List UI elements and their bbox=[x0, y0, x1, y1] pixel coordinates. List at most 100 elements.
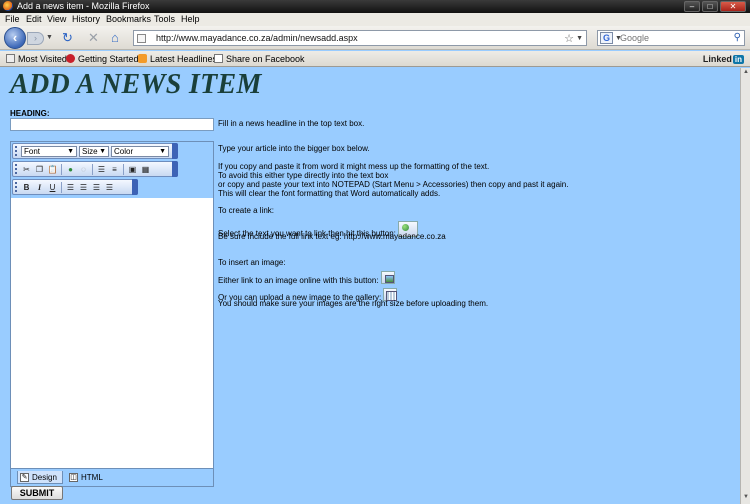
align-left-icon[interactable]: ☰ bbox=[65, 182, 76, 193]
menu-bookmarks[interactable]: Bookmarks bbox=[106, 14, 151, 24]
copy-icon[interactable]: ❐ bbox=[34, 164, 45, 175]
toolbar-separator bbox=[123, 164, 124, 175]
help-paste-line-2: To avoid this either type directly into … bbox=[218, 171, 389, 180]
bold-icon[interactable]: B bbox=[21, 182, 32, 193]
menu-view[interactable]: View bbox=[47, 14, 66, 24]
stop-icon[interactable]: ✕ bbox=[88, 31, 99, 44]
home-icon[interactable]: ⌂ bbox=[111, 31, 119, 44]
page-icon bbox=[214, 54, 223, 63]
search-input[interactable] bbox=[620, 32, 728, 44]
size-select-value: Size bbox=[82, 147, 98, 156]
bookmark-share-facebook[interactable]: Share on Facebook bbox=[214, 54, 305, 64]
bookmark-getting-started[interactable]: Getting Started bbox=[66, 54, 139, 64]
menu-history[interactable]: History bbox=[72, 14, 100, 24]
color-select[interactable]: Color ▼ bbox=[111, 146, 169, 157]
insert-link-icon[interactable]: ● bbox=[65, 164, 76, 175]
toolbar-endcap bbox=[172, 143, 178, 159]
toolbar-row-format: Font ▼ Size ▼ Color ▼ bbox=[12, 143, 178, 159]
unlink-icon[interactable]: ◌ bbox=[78, 164, 89, 175]
toolbar-grip[interactable] bbox=[15, 146, 17, 156]
size-select[interactable]: Size ▼ bbox=[79, 146, 109, 157]
folder-icon bbox=[6, 54, 15, 63]
editor-mode-tabs: ✎ Design ◫ HTML bbox=[11, 468, 213, 486]
bookmark-latest-headlines[interactable]: Latest Headlines bbox=[138, 54, 217, 64]
firefox-bookmark-icon bbox=[66, 54, 75, 63]
menu-help[interactable]: Help bbox=[181, 14, 200, 24]
reload-icon[interactable]: ↻ bbox=[62, 31, 73, 44]
help-link-line-2: Be sure include the full link text eg: h… bbox=[218, 232, 446, 241]
bullet-list-icon[interactable]: ☰ bbox=[96, 164, 107, 175]
vertical-scrollbar[interactable]: ▲ ▼ bbox=[740, 68, 750, 504]
maximize-button[interactable]: □ bbox=[702, 1, 718, 12]
history-dropdown-icon[interactable]: ▼ bbox=[46, 34, 53, 41]
chevron-down-icon: ▼ bbox=[159, 148, 166, 155]
help-paste-line-1: If you copy and paste it from word it mi… bbox=[218, 162, 490, 171]
justify-icon[interactable]: ☰ bbox=[104, 182, 115, 193]
linkedin-icon: in bbox=[732, 55, 744, 64]
html-icon: ◫ bbox=[69, 473, 78, 482]
minimize-button[interactable]: – bbox=[684, 1, 700, 12]
menu-edit[interactable]: Edit bbox=[26, 14, 42, 24]
linkedin-button[interactable]: Linked in bbox=[703, 54, 744, 64]
menu-file[interactable]: File bbox=[5, 14, 20, 24]
align-right-icon[interactable]: ☰ bbox=[91, 182, 102, 193]
insert-image-icon[interactable]: ▣ bbox=[127, 164, 138, 175]
color-select-value: Color bbox=[114, 147, 134, 156]
toolbar-separator bbox=[92, 164, 93, 175]
firefox-icon bbox=[3, 1, 13, 11]
toolbar-row-style: B I U ☰ ☰ ☰ ☰ bbox=[12, 179, 138, 195]
toolbar-grip[interactable] bbox=[15, 182, 17, 192]
tab-html[interactable]: ◫ HTML bbox=[67, 471, 107, 484]
editor-text-area[interactable] bbox=[11, 198, 213, 468]
window-title: Add a news item - Mozilla Firefox bbox=[17, 1, 150, 11]
help-heading-instruction: Fill in a news headline in the top text … bbox=[218, 119, 365, 128]
submit-button[interactable]: SUBMIT bbox=[11, 486, 63, 500]
window-titlebar: Add a news item - Mozilla Firefox – □ ✕ bbox=[0, 0, 750, 13]
help-article-instruction: Type your article into the bigger box be… bbox=[218, 144, 370, 153]
close-button[interactable]: ✕ bbox=[720, 1, 746, 12]
font-select[interactable]: Font ▼ bbox=[21, 146, 77, 157]
url-text[interactable]: http://www.mayadance.co.za/admin/newsadd… bbox=[156, 33, 358, 43]
forward-button[interactable]: › bbox=[27, 32, 44, 45]
bookmark-label: Share on Facebook bbox=[226, 54, 305, 64]
url-dropdown-icon[interactable]: ▼ bbox=[576, 35, 583, 42]
toolbar-endcap bbox=[172, 161, 178, 177]
chevron-down-icon: ▼ bbox=[67, 148, 74, 155]
search-box[interactable]: G ▼ ⚲ bbox=[597, 30, 745, 46]
page-title: ADD A NEWS ITEM bbox=[10, 69, 262, 100]
numbered-list-icon[interactable]: ≡ bbox=[109, 164, 120, 175]
bookmark-star-icon[interactable]: ☆ bbox=[564, 32, 574, 45]
heading-input[interactable] bbox=[10, 118, 214, 131]
help-image-text: Either link to an image online with this… bbox=[218, 276, 379, 285]
scroll-down-icon[interactable]: ▼ bbox=[742, 494, 750, 503]
toolbar-endcap bbox=[132, 179, 138, 195]
toolbar-grip[interactable] bbox=[15, 164, 17, 174]
help-paste-line-4: This will clear the font formatting that… bbox=[218, 189, 441, 198]
search-icon[interactable]: ⚲ bbox=[734, 32, 741, 43]
help-image-line-3: You should make sure your images are the… bbox=[218, 299, 489, 308]
help-image-line-1: Either link to an image online with this… bbox=[218, 271, 395, 285]
address-bar[interactable]: http://www.mayadance.co.za/admin/newsadd… bbox=[133, 30, 587, 46]
tab-design-label: Design bbox=[32, 473, 57, 482]
paste-icon[interactable]: 📋 bbox=[47, 164, 58, 175]
italic-icon[interactable]: I bbox=[34, 182, 45, 193]
rss-icon bbox=[138, 54, 147, 63]
page-icon bbox=[137, 34, 146, 43]
menu-bar: File Edit View History Bookmarks Tools H… bbox=[0, 13, 750, 26]
google-engine-icon[interactable]: G bbox=[600, 32, 613, 44]
align-center-icon[interactable]: ☰ bbox=[78, 182, 89, 193]
bookmark-most-visited[interactable]: Most Visited bbox=[6, 54, 67, 64]
underline-icon[interactable]: U bbox=[47, 182, 58, 193]
help-paste-line-3: or copy and paste your text into NOTEPAD… bbox=[218, 180, 569, 189]
tab-html-label: HTML bbox=[81, 473, 103, 482]
toolbar-separator bbox=[61, 182, 62, 193]
font-select-value: Font bbox=[24, 147, 41, 156]
cut-icon[interactable]: ✂ bbox=[21, 164, 32, 175]
rich-text-editor: Font ▼ Size▼ Color ▼ ✂ ❐ 📋 ● ◌ ☰ ≡ ▣ ▦ bbox=[10, 141, 214, 487]
back-button[interactable]: ‹ bbox=[4, 27, 26, 49]
scroll-up-icon[interactable]: ▲ bbox=[742, 69, 750, 78]
menu-tools[interactable]: Tools bbox=[154, 14, 175, 24]
image-gallery-icon[interactable]: ▦ bbox=[140, 164, 151, 175]
heading-label: HEADING: bbox=[10, 109, 50, 118]
tab-design[interactable]: ✎ Design bbox=[17, 471, 63, 484]
